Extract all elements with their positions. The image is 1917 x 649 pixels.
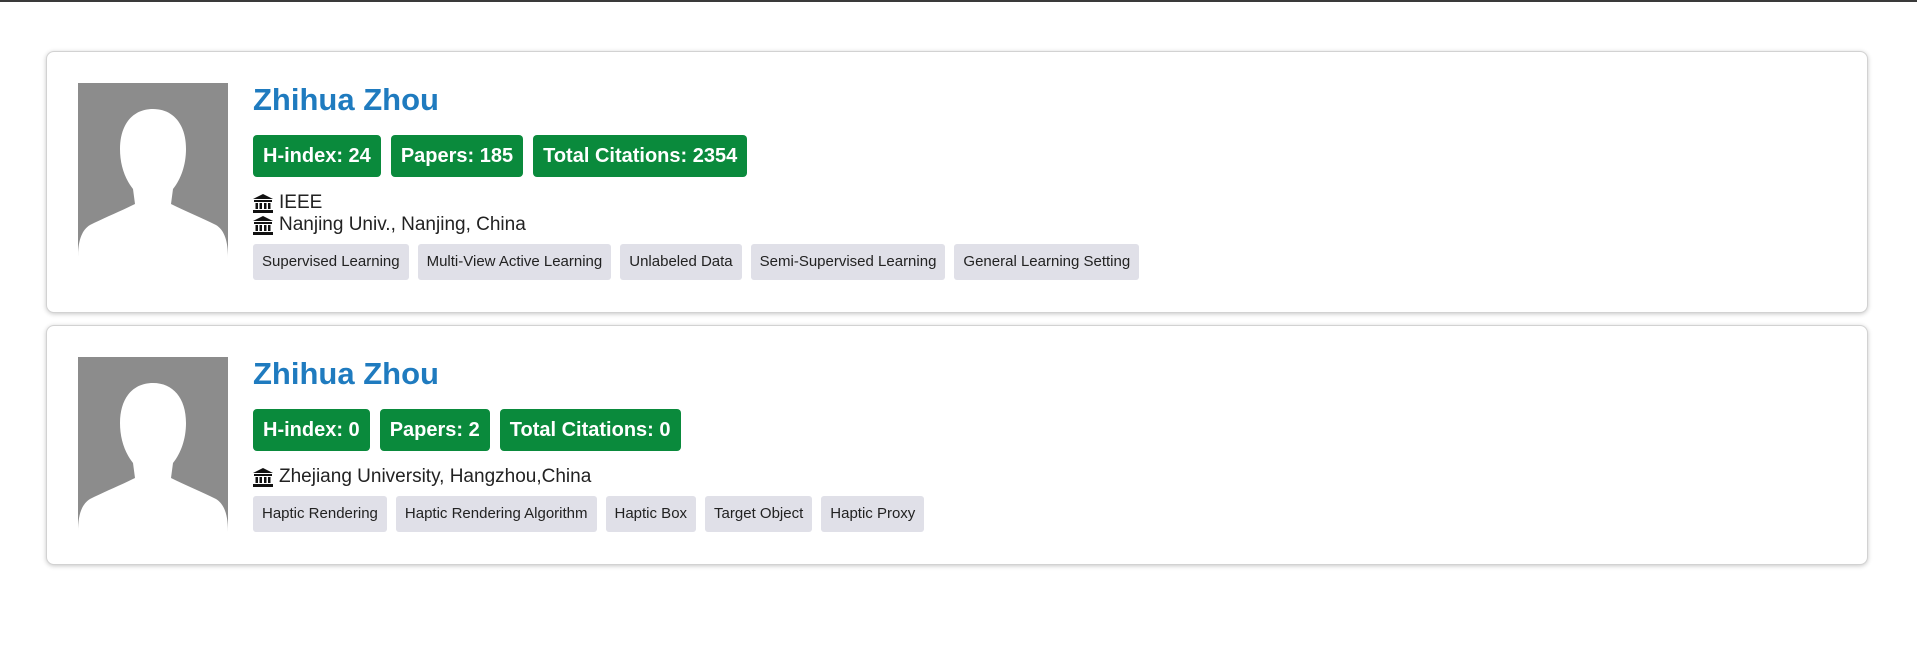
topic-tag[interactable]: Unlabeled Data bbox=[620, 244, 742, 280]
h-index-badge: H-index: 24 bbox=[253, 135, 381, 177]
affiliations: Zhejiang University, Hangzhou,China bbox=[253, 466, 591, 488]
affiliation-row: Zhejiang University, Hangzhou,China bbox=[253, 466, 591, 488]
institution-icon bbox=[253, 467, 273, 487]
topic-tag[interactable]: Haptic Proxy bbox=[821, 496, 925, 532]
papers-badge: Papers: 2 bbox=[379, 409, 490, 451]
institution-icon bbox=[253, 193, 273, 213]
affiliation-row: Nanjing Univ., Nanjing, China bbox=[253, 214, 526, 236]
topic-tag[interactable]: Haptic Box bbox=[605, 496, 697, 532]
affiliation-text: IEEE bbox=[279, 192, 323, 213]
topic-tag[interactable]: Haptic Rendering Algorithm bbox=[395, 496, 597, 532]
author-info: Zhihua Zhou H-index: 24 Papers: 185 Tota… bbox=[253, 83, 1148, 280]
affiliation-text: Zhejiang University, Hangzhou,China bbox=[279, 466, 592, 487]
topic-tags: Haptic Rendering Haptic Rendering Algori… bbox=[253, 496, 933, 532]
avatar bbox=[78, 357, 228, 532]
avatar bbox=[78, 83, 228, 258]
author-card: Zhihua Zhou H-index: 24 Papers: 185 Tota… bbox=[46, 51, 1868, 313]
affiliations: IEEE Nanjing Univ., Nanjing, China bbox=[253, 192, 526, 236]
top-border bbox=[0, 0, 1917, 2]
papers-badge: Papers: 185 bbox=[390, 135, 524, 177]
author-card: Zhihua Zhou H-index: 0 Papers: 2 Total C… bbox=[46, 325, 1868, 565]
author-name-link[interactable]: Zhihua Zhou bbox=[253, 83, 439, 117]
topic-tag[interactable]: Semi-Supervised Learning bbox=[750, 244, 946, 280]
topic-tags: Supervised Learning Multi-View Active Le… bbox=[253, 244, 1148, 280]
author-stats: H-index: 24 Papers: 185 Total Citations:… bbox=[253, 135, 757, 177]
citations-badge: Total Citations: 0 bbox=[499, 409, 681, 451]
author-results-list: Zhihua Zhou H-index: 24 Papers: 185 Tota… bbox=[46, 51, 1868, 577]
author-stats: H-index: 0 Papers: 2 Total Citations: 0 bbox=[253, 409, 691, 451]
topic-tag[interactable]: Supervised Learning bbox=[253, 244, 409, 280]
institution-icon bbox=[253, 215, 273, 235]
affiliation-row: IEEE bbox=[253, 192, 526, 214]
citations-badge: Total Citations: 2354 bbox=[533, 135, 748, 177]
topic-tag[interactable]: Haptic Rendering bbox=[253, 496, 387, 532]
topic-tag[interactable]: Multi-View Active Learning bbox=[417, 244, 612, 280]
author-name-link[interactable]: Zhihua Zhou bbox=[253, 357, 439, 391]
topic-tag[interactable]: General Learning Setting bbox=[954, 244, 1140, 280]
topic-tag[interactable]: Target Object bbox=[705, 496, 813, 532]
affiliation-text: Nanjing Univ., Nanjing, China bbox=[279, 214, 526, 235]
author-info: Zhihua Zhou H-index: 0 Papers: 2 Total C… bbox=[253, 357, 933, 532]
h-index-badge: H-index: 0 bbox=[253, 409, 370, 451]
